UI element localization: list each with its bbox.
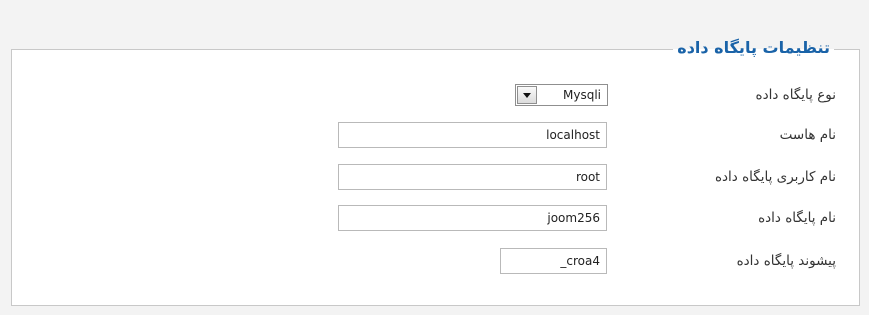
username-label: نام کاربری پایگاه داده — [714, 169, 836, 185]
prefix-row: پیشوند پایگاه داده — [0, 248, 869, 274]
chevron-down-icon[interactable] — [517, 86, 537, 104]
prefix-input[interactable] — [500, 248, 607, 274]
prefix-label: پیشوند پایگاه داده — [736, 253, 836, 269]
host-row: نام هاست — [0, 122, 869, 148]
db-type-row: نوع پایگاه داده Mysqli — [0, 82, 869, 108]
host-input[interactable] — [338, 122, 607, 148]
host-label: نام هاست — [779, 127, 836, 143]
db-type-label: نوع پایگاه داده — [755, 87, 837, 103]
db-type-value: Mysqli — [563, 88, 601, 102]
db-name-input[interactable] — [338, 205, 607, 231]
db-type-select[interactable]: Mysqli — [515, 84, 608, 106]
db-name-label: نام پایگاه داده — [758, 210, 836, 226]
username-row: نام کاربری پایگاه داده — [0, 164, 869, 190]
section-title: تنظیمات پایگاه داده — [673, 36, 834, 60]
username-input[interactable] — [338, 164, 607, 190]
db-name-row: نام پایگاه داده — [0, 205, 869, 231]
